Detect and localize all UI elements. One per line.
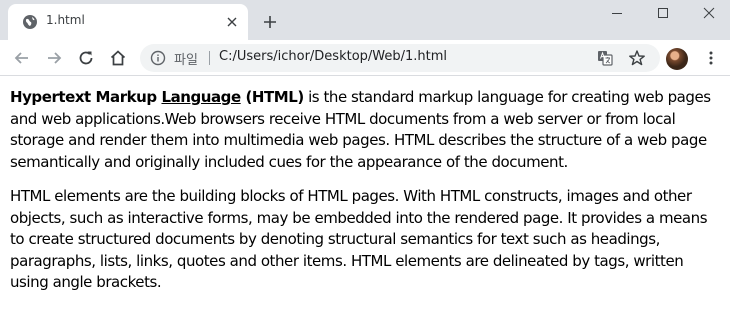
- tab-1-html[interactable]: 1.html: [8, 4, 248, 40]
- url-text[interactable]: C:/Users/ichor/Desktop/Web/1.html: [219, 49, 447, 64]
- paragraph-1: Hypertext Markup Language (HTML) is the …: [10, 87, 724, 173]
- star-icon[interactable]: [628, 49, 646, 67]
- term-language: Language: [161, 88, 241, 106]
- minimize-icon[interactable]: [594, 0, 640, 26]
- term-suffix: (HTML): [240, 88, 304, 106]
- html-term: Hypertext Markup Language (HTML): [10, 88, 304, 106]
- close-window-icon[interactable]: [686, 0, 730, 26]
- info-icon[interactable]: [150, 50, 166, 66]
- avatar[interactable]: [666, 48, 688, 70]
- paragraph-2: HTML elements are the building blocks of…: [10, 187, 708, 291]
- tab-strip: 1.html: [0, 0, 730, 40]
- kebab-menu-icon[interactable]: [703, 50, 719, 66]
- home-icon[interactable]: [108, 48, 128, 68]
- reload-icon[interactable]: [76, 48, 96, 68]
- browser-toolbar: 파일 C:/Users/ichor/Desktop/Web/1.html: [0, 40, 730, 76]
- globe-icon: [22, 14, 38, 30]
- site-label: 파일: [174, 53, 198, 68]
- page-content: Hypertext Markup Language (HTML) is the …: [10, 87, 724, 307]
- address-bar[interactable]: 파일 C:/Users/ichor/Desktop/Web/1.html: [140, 44, 660, 72]
- close-icon[interactable]: [224, 14, 240, 30]
- term-prefix: Hypertext Markup: [10, 88, 162, 106]
- maximize-icon[interactable]: [640, 0, 686, 26]
- translate-icon[interactable]: [597, 50, 613, 66]
- back-arrow-icon[interactable]: [12, 48, 32, 68]
- plus-icon[interactable]: [262, 14, 278, 30]
- omnibox-divider: [209, 51, 210, 65]
- tab-title: 1.html: [46, 13, 85, 27]
- forward-arrow-icon[interactable]: [44, 48, 64, 68]
